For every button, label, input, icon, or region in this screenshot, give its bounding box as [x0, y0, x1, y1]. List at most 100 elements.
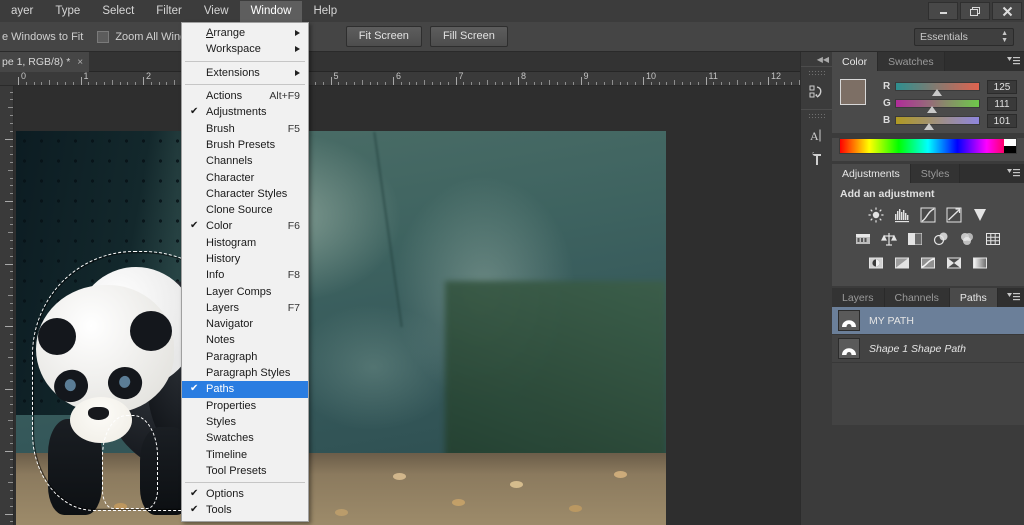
tab-channels[interactable]: Channels	[884, 288, 950, 307]
channel-value-b[interactable]: 101	[987, 113, 1017, 128]
window-menu-item-character-styles[interactable]: Character Styles	[182, 186, 308, 202]
window-menu-item-layer-comps[interactable]: Layer Comps	[182, 283, 308, 299]
zoom-all-windows-checkbox[interactable]	[97, 30, 110, 43]
tab-styles[interactable]: Styles	[910, 164, 961, 183]
menu-item-select[interactable]: Select	[91, 1, 145, 22]
hue-saturation-icon[interactable]	[854, 230, 873, 247]
menu-item-help[interactable]: Help	[302, 1, 348, 22]
color-balance-icon[interactable]	[880, 230, 899, 247]
panel-drag-grip[interactable]	[808, 70, 825, 77]
color-spectrum-ramp[interactable]	[839, 138, 1017, 154]
menu-item-filter[interactable]: Filter	[145, 1, 193, 22]
window-menu-item-tools[interactable]: ✔ Tools	[182, 502, 308, 518]
tab-layers[interactable]: Layers	[832, 288, 885, 307]
window-menu-item-styles[interactable]: Styles	[182, 414, 308, 430]
menu-item-layer[interactable]: ayer	[0, 1, 44, 22]
black-white-ramp[interactable]	[1004, 139, 1016, 153]
tab-paths[interactable]: Paths	[949, 288, 998, 307]
expand-panels-icon[interactable]: ◀◀	[801, 52, 832, 66]
window-menu-item-properties[interactable]: Properties	[182, 398, 308, 414]
panel-drag-grip[interactable]	[808, 113, 825, 120]
document-tab[interactable]: pe 1, RGB/8) * ×	[0, 52, 90, 72]
slider-track-b[interactable]	[895, 116, 980, 130]
horizontal-ruler[interactable]: 0123456789101112	[0, 72, 800, 86]
window-menu-item-brush-presets[interactable]: Brush Presets	[182, 137, 308, 153]
workspace-switcher[interactable]: Essentials ▲ ▼	[914, 28, 1014, 46]
color-swatches[interactable]	[839, 78, 881, 118]
path-row-my-path[interactable]: MY PATH	[832, 307, 1024, 335]
window-menu-item-info[interactable]: Info F8	[182, 267, 308, 283]
ruler-tick	[736, 80, 738, 85]
minimize-icon[interactable]	[928, 2, 958, 20]
document-image[interactable]	[16, 131, 666, 525]
path-row-shape-1[interactable]: Shape 1 Shape Path	[832, 335, 1024, 363]
ruler-tick	[10, 505, 13, 507]
restore-icon[interactable]	[960, 2, 990, 20]
invert-icon[interactable]	[867, 254, 886, 271]
resize-windows-to-fit-label[interactable]: e Windows to Fit	[2, 31, 83, 43]
window-menu-item-histogram[interactable]: Histogram	[182, 235, 308, 251]
window-menu-item-timeline[interactable]: Timeline	[182, 446, 308, 462]
brightness-contrast-icon[interactable]	[867, 206, 886, 223]
panel-menu-icon[interactable]	[1007, 168, 1020, 178]
curves-icon[interactable]	[919, 206, 938, 223]
tab-swatches[interactable]: Swatches	[878, 52, 945, 71]
canvas-area[interactable]	[14, 86, 800, 525]
channel-value-r[interactable]: 125	[987, 79, 1017, 94]
ruler-tick	[150, 82, 152, 85]
window-dropdown-menu[interactable]: Arrange Workspace Extensions Actions Alt+F9 ✔…	[181, 22, 309, 522]
menu-item-window[interactable]: Window	[239, 0, 303, 22]
exposure-icon[interactable]	[945, 206, 964, 223]
paths-list-empty-area[interactable]	[832, 363, 1024, 425]
window-menu-item-tool-presets[interactable]: Tool Presets	[182, 463, 308, 479]
threshold-icon[interactable]	[919, 254, 938, 271]
window-menu-item-workspace[interactable]: Workspace	[182, 41, 308, 57]
window-menu-item-extensions[interactable]: Extensions	[182, 65, 308, 81]
window-menu-item-paragraph-styles[interactable]: Paragraph Styles	[182, 365, 308, 381]
window-menu-item-paragraph[interactable]: Paragraph	[182, 349, 308, 365]
slider-track-r[interactable]	[895, 82, 980, 96]
selective-color-icon[interactable]	[945, 254, 964, 271]
history-icon[interactable]	[801, 80, 832, 104]
window-menu-item-channels[interactable]: Channels	[182, 153, 308, 169]
foreground-color-swatch[interactable]	[840, 79, 866, 105]
window-menu-item-clone-source[interactable]: Clone Source	[182, 202, 308, 218]
tab-adjustments[interactable]: Adjustments	[832, 164, 911, 183]
menu-item-view[interactable]: View	[193, 1, 240, 22]
window-menu-item-paths[interactable]: ✔ Paths	[182, 381, 308, 398]
character-icon[interactable]: A	[801, 123, 832, 147]
window-menu-item-options[interactable]: ✔ Options	[182, 486, 308, 502]
channel-mixer-icon[interactable]	[958, 230, 977, 247]
posterize-icon[interactable]	[893, 254, 912, 271]
window-menu-item-arrange[interactable]: Arrange	[182, 25, 308, 41]
vertical-ruler[interactable]	[0, 86, 14, 525]
panel-menu-icon[interactable]	[1007, 292, 1020, 302]
slider-track-g[interactable]	[895, 99, 980, 113]
close-tab-icon[interactable]: ×	[77, 57, 83, 68]
gradient-map-icon[interactable]	[971, 254, 990, 271]
window-menu-item-character[interactable]: Character	[182, 169, 308, 185]
window-menu-item-history[interactable]: History	[182, 251, 308, 267]
fill-screen-button[interactable]: Fill Screen	[429, 26, 508, 47]
window-menu-item-layers[interactable]: Layers F7	[182, 300, 308, 316]
vibrance-icon[interactable]	[971, 206, 990, 223]
window-menu-item-brush[interactable]: Brush F5	[182, 120, 308, 136]
fit-screen-button[interactable]: Fit Screen	[345, 26, 422, 47]
ruler-tick	[10, 177, 13, 179]
photo-filter-icon[interactable]	[932, 230, 951, 247]
close-icon[interactable]	[992, 2, 1022, 20]
window-menu-item-color[interactable]: ✔ Color F6	[182, 218, 308, 234]
black-white-icon[interactable]	[906, 230, 925, 247]
window-menu-item-navigator[interactable]: Navigator	[182, 316, 308, 332]
menu-item-type[interactable]: Type	[44, 1, 91, 22]
paragraph-icon[interactable]	[801, 147, 832, 171]
levels-icon[interactable]	[893, 206, 912, 223]
tab-color[interactable]: Color	[832, 52, 879, 71]
channel-value-g[interactable]: 111	[987, 96, 1017, 111]
window-menu-item-actions[interactable]: Actions Alt+F9	[182, 88, 308, 104]
window-menu-item-swatches[interactable]: Swatches	[182, 430, 308, 446]
window-menu-item-adjustments[interactable]: ✔ Adjustments	[182, 104, 308, 120]
color-lookup-icon[interactable]	[984, 230, 1003, 247]
window-menu-item-notes[interactable]: Notes	[182, 332, 308, 348]
panel-menu-icon[interactable]	[1007, 56, 1020, 66]
